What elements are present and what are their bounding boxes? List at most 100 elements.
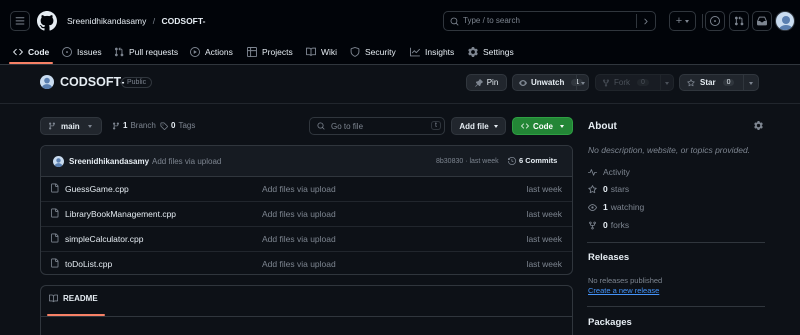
tab-code-underline bbox=[9, 62, 53, 64]
file-commit-message[interactable]: Add files via upload bbox=[262, 184, 336, 194]
graph-icon bbox=[410, 47, 420, 57]
star-icon bbox=[687, 78, 695, 86]
pull-requests-button[interactable] bbox=[729, 11, 749, 31]
fork-divider bbox=[660, 75, 661, 90]
fork-button[interactable]: Fork 0 bbox=[595, 74, 674, 91]
go-to-file-input[interactable]: Go to file t bbox=[309, 117, 445, 135]
releases-title[interactable]: Releases bbox=[588, 252, 629, 263]
code-icon bbox=[521, 123, 529, 129]
forks-link[interactable]: 0 forks bbox=[588, 220, 629, 230]
star-button[interactable]: Star 0 bbox=[679, 74, 759, 91]
readme-divider bbox=[41, 316, 572, 317]
code-button[interactable]: Code bbox=[512, 117, 573, 135]
command-palette-icon[interactable] bbox=[641, 17, 650, 26]
file-commit-message[interactable]: Add files via upload bbox=[262, 234, 336, 244]
shield-icon bbox=[350, 47, 360, 57]
commit-message[interactable]: Add files via upload bbox=[152, 157, 221, 166]
watching-label: watching bbox=[610, 202, 645, 212]
pin-label: Pin bbox=[486, 78, 499, 87]
latest-commit-bar: Sreenidhikandasamy Add files via upload … bbox=[41, 146, 572, 177]
commits-link[interactable]: 6 Commits bbox=[508, 156, 557, 165]
file-icon bbox=[51, 183, 59, 193]
branch-selector[interactable]: main bbox=[40, 117, 102, 135]
watching-link[interactable]: 1 watching bbox=[588, 202, 644, 212]
star-label: Star bbox=[700, 78, 716, 87]
search-divider bbox=[636, 14, 637, 28]
chevron-down-icon[interactable] bbox=[581, 82, 585, 85]
tab-insights[interactable]: Insights bbox=[410, 44, 454, 60]
repo-owner-avatar[interactable] bbox=[40, 75, 54, 89]
menu-button[interactable] bbox=[10, 11, 30, 31]
tab-projects[interactable]: Projects bbox=[247, 44, 293, 60]
stars-count: 0 bbox=[603, 184, 608, 194]
chevron-down-icon bbox=[685, 19, 690, 23]
breadcrumb-repo[interactable]: CODSOFT- bbox=[162, 16, 206, 26]
create-new-button[interactable]: + bbox=[669, 11, 696, 31]
readme-panel: README bbox=[40, 285, 573, 335]
file-time: last week bbox=[526, 184, 562, 194]
git-branch-icon bbox=[48, 122, 55, 130]
search-input[interactable]: Type / to search bbox=[443, 11, 656, 31]
file-time: last week bbox=[526, 209, 562, 219]
stars-label: stars bbox=[610, 184, 630, 194]
file-commit-message[interactable]: Add files via upload bbox=[262, 209, 336, 219]
file-time: last week bbox=[526, 259, 562, 269]
file-commit-message[interactable]: Add files via upload bbox=[262, 259, 336, 269]
unwatch-label: Unwatch bbox=[531, 78, 565, 87]
tab-settings[interactable]: Settings bbox=[468, 44, 514, 60]
readme-tab[interactable]: README bbox=[49, 294, 98, 303]
github-logo-icon[interactable] bbox=[37, 11, 57, 31]
commit-author[interactable]: Sreenidhikandasamy bbox=[69, 157, 149, 166]
tab-wiki[interactable]: Wiki bbox=[306, 44, 337, 60]
tab-actions[interactable]: Actions bbox=[190, 44, 233, 60]
gear-icon bbox=[468, 47, 478, 57]
table-icon bbox=[247, 47, 257, 57]
chevron-down-icon[interactable] bbox=[749, 82, 753, 85]
tab-issues[interactable]: Issues bbox=[62, 44, 102, 60]
table-row[interactable]: GuessGame.cpp Add files via upload last … bbox=[41, 177, 572, 202]
header-separator bbox=[0, 103, 800, 104]
table-row[interactable]: LibraryBookManagement.cpp Add files via … bbox=[41, 202, 572, 227]
commit-hash-time[interactable]: 8b30830 · last week bbox=[436, 158, 499, 165]
fork-label: Fork bbox=[614, 78, 630, 87]
file-name[interactable]: toDoList.cpp bbox=[65, 259, 112, 269]
issues-button[interactable] bbox=[705, 11, 725, 31]
tags-link[interactable]: 0 Tags bbox=[160, 121, 195, 130]
no-releases-text: No releases published bbox=[588, 276, 663, 285]
tab-security[interactable]: Security bbox=[350, 44, 396, 60]
activity-link[interactable]: Activity bbox=[588, 167, 630, 177]
tab-pull-requests[interactable]: Pull requests bbox=[114, 44, 178, 60]
file-time: last week bbox=[526, 234, 562, 244]
pin-button[interactable]: Pin bbox=[466, 74, 507, 91]
user-avatar-icon bbox=[42, 77, 52, 89]
table-row[interactable]: toDoList.cpp Add files via upload last w… bbox=[41, 252, 572, 274]
inbox-button[interactable] bbox=[752, 11, 772, 31]
eye-icon bbox=[519, 79, 527, 86]
forks-count: 0 bbox=[603, 220, 608, 230]
avatar[interactable] bbox=[775, 11, 795, 31]
sidebar-divider bbox=[587, 242, 765, 243]
commit-author-avatar[interactable] bbox=[53, 156, 64, 167]
unwatch-button[interactable]: Unwatch 1 bbox=[512, 74, 589, 91]
tag-icon bbox=[160, 122, 168, 130]
file-name[interactable]: GuessGame.cpp bbox=[65, 184, 129, 194]
tab-code[interactable]: Code bbox=[13, 44, 49, 60]
commits-count: 6 Commits bbox=[519, 156, 558, 165]
file-icon bbox=[51, 208, 59, 218]
repo-title[interactable]: CODSOFT- bbox=[60, 75, 125, 89]
file-name[interactable]: LibraryBookManagement.cpp bbox=[65, 209, 176, 219]
branches-link[interactable]: 1 Branch bbox=[112, 121, 156, 130]
add-file-button[interactable]: Add file bbox=[451, 117, 506, 135]
star-divider bbox=[743, 75, 744, 90]
stars-link[interactable]: 0 stars bbox=[588, 184, 629, 194]
gear-icon[interactable] bbox=[754, 121, 763, 130]
create-release-link[interactable]: Create a new release bbox=[588, 286, 659, 295]
file-name[interactable]: simpleCalculator.cpp bbox=[65, 234, 143, 244]
file-icon bbox=[51, 233, 59, 243]
breadcrumb-owner[interactable]: Sreenidhikandasamy bbox=[67, 16, 146, 26]
packages-title[interactable]: Packages bbox=[588, 317, 632, 328]
table-row[interactable]: simpleCalculator.cpp Add files via uploa… bbox=[41, 227, 572, 252]
readme-label: README bbox=[63, 294, 98, 303]
chevron-down-icon[interactable] bbox=[665, 82, 669, 85]
visibility-badge: Public bbox=[121, 77, 153, 88]
